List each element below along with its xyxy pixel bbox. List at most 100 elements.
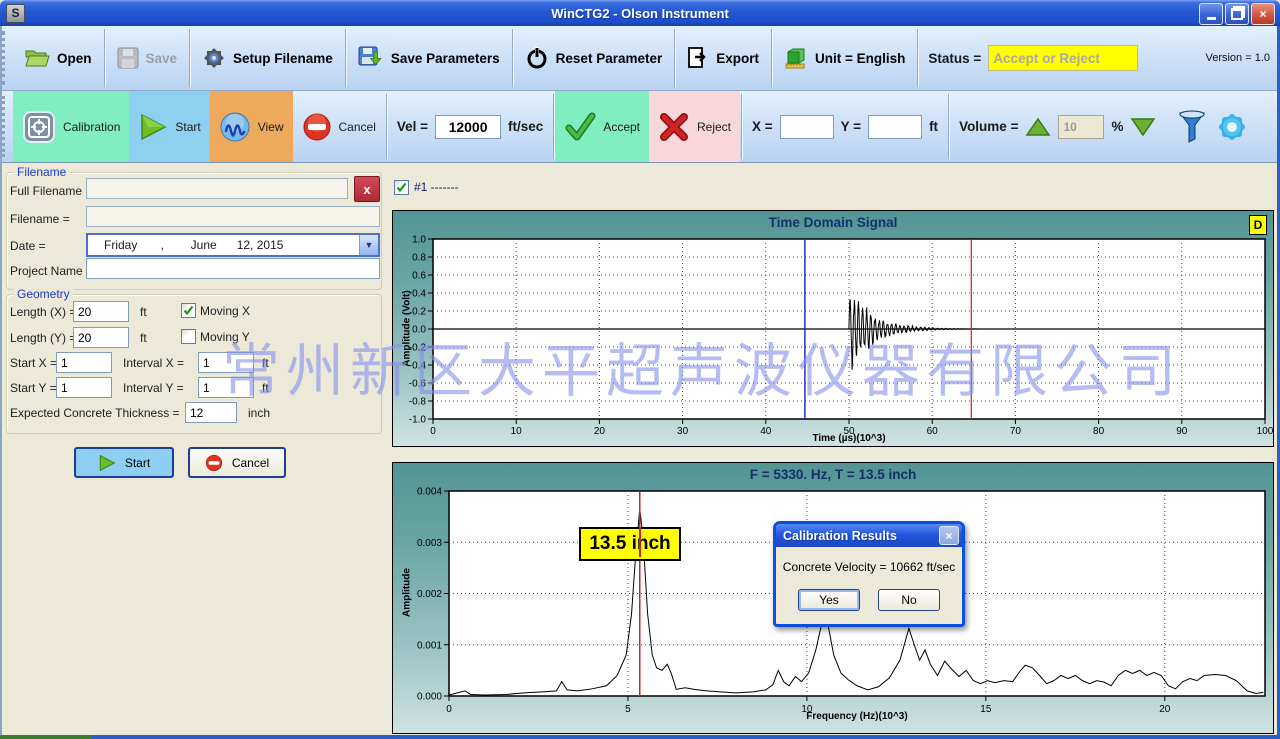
toolbar-grip[interactable] — [2, 31, 10, 85]
dropdown-arrow-icon[interactable]: ▼ — [359, 235, 378, 255]
save-parameters-button[interactable]: Save Parameters — [347, 26, 511, 90]
check-icon — [183, 305, 194, 316]
interval-y-input[interactable] — [198, 377, 254, 398]
signal-1-checkbox[interactable] — [394, 180, 409, 195]
start-button[interactable]: Start — [129, 91, 209, 162]
interval-y-unit: ft — [262, 381, 269, 395]
svg-text:0.6: 0.6 — [412, 271, 426, 282]
length-y-label: Length (Y) = — [10, 331, 76, 345]
calibration-results-dialog: Calibration Results × Concrete Velocity … — [773, 521, 965, 627]
status-field[interactable] — [988, 45, 1138, 71]
volume-down-icon[interactable] — [1130, 116, 1156, 138]
panel-start-button[interactable]: Start — [74, 447, 174, 478]
waveform-icon — [219, 111, 251, 143]
date-value: Friday , June 12, 2015 — [88, 238, 359, 252]
time-domain-plot[interactable]: 1.00.80.60.40.20.0-0.2-0.4-0.6-0.8-1.001… — [393, 211, 1275, 448]
svg-text:0.8: 0.8 — [412, 253, 426, 264]
svg-text:-1.0: -1.0 — [409, 415, 427, 426]
length-x-label: Length (X) = — [10, 305, 76, 319]
interval-x-input[interactable] — [198, 352, 254, 373]
thickness-input[interactable] — [185, 402, 237, 423]
volume-up-icon[interactable] — [1025, 116, 1051, 138]
moving-y-checkbox[interactable] — [181, 329, 196, 344]
time-domain-chart: Time Domain Signal D 1.00.80.60.40.20.0-… — [392, 210, 1274, 447]
full-filename-label: Full Filename = — [10, 184, 92, 198]
save-button[interactable]: Save — [106, 26, 189, 90]
save-label: Save — [146, 51, 178, 66]
dialog-title: Calibration Results — [783, 529, 939, 543]
dialog-titlebar[interactable]: Calibration Results × — [776, 524, 962, 547]
status-label: Status = — [928, 51, 981, 66]
start-y-input[interactable] — [56, 377, 112, 398]
start-x-label: Start X = — [10, 356, 57, 370]
action-toolbar: Calibration Start View Cancel Vel = ft/s… — [0, 91, 1280, 163]
clear-filename-button[interactable]: x — [354, 176, 380, 202]
velocity-input[interactable] — [435, 115, 501, 139]
reject-label: Reject — [697, 120, 731, 134]
settings-gear-icon[interactable] — [1215, 110, 1249, 144]
reject-button[interactable]: Reject — [649, 91, 740, 162]
geometry-group-title: Geometry — [14, 287, 73, 301]
setup-filename-button[interactable]: Setup Filename — [191, 26, 344, 90]
svg-text:0.000: 0.000 — [417, 692, 442, 703]
no-entry-icon — [302, 112, 332, 142]
volume-input[interactable] — [1058, 115, 1104, 139]
x-label: X = — [752, 119, 773, 134]
separator — [917, 29, 918, 88]
minimize-button[interactable] — [1199, 3, 1223, 25]
separator — [948, 94, 949, 159]
progress-segment — [0, 735, 92, 739]
unit-label: Unit = English — [815, 51, 905, 66]
date-dropdown[interactable]: Friday , June 12, 2015 ▼ — [86, 233, 380, 257]
window-title: WinCTG2 - Olson Instrument — [0, 6, 1280, 21]
length-x-input[interactable] — [73, 301, 129, 322]
export-button[interactable]: Export — [676, 26, 770, 90]
vel-unit: ft/sec — [508, 119, 543, 134]
winctg2-window: S WinCTG2 - Olson Instrument × Open Save… — [0, 0, 1280, 739]
svg-text:0.003: 0.003 — [417, 538, 442, 549]
panel-cancel-label: Cancel — [232, 456, 269, 470]
freq-yaxis-label: Amplitude — [402, 543, 413, 643]
unit-button[interactable]: Unit = English — [773, 26, 916, 90]
open-folder-icon — [24, 47, 50, 69]
separator — [512, 29, 513, 88]
x-input[interactable] — [780, 115, 834, 139]
separator — [741, 94, 742, 159]
reset-parameter-button[interactable]: Reset Parameter — [514, 26, 674, 90]
yes-button[interactable]: Yes — [798, 589, 860, 611]
no-button[interactable]: No — [878, 589, 940, 611]
svg-text:0.2: 0.2 — [412, 307, 426, 318]
y-input[interactable] — [868, 115, 922, 139]
accept-button[interactable]: Accept — [555, 91, 649, 162]
length-y-input[interactable] — [73, 327, 129, 348]
calibration-button[interactable]: Calibration — [13, 91, 129, 162]
dialog-close-button[interactable]: × — [939, 526, 959, 545]
moving-x-checkbox[interactable] — [181, 303, 196, 318]
open-button[interactable]: Open — [13, 26, 103, 90]
frequency-chart: F = 5330. Hz, T = 13.5 inch 0.0000.0010.… — [392, 462, 1274, 734]
start-y-label: Start Y = — [10, 381, 57, 395]
separator — [386, 94, 387, 159]
titlebar[interactable]: S WinCTG2 - Olson Instrument × — [0, 0, 1280, 26]
restore-button[interactable] — [1225, 3, 1249, 25]
project-name-input[interactable] — [86, 258, 380, 279]
start-label: Start — [175, 120, 200, 134]
cursor-line-overlay — [639, 527, 641, 557]
cancel-button[interactable]: Cancel — [293, 91, 385, 162]
unit-icon — [784, 46, 808, 70]
close-button[interactable]: × — [1251, 3, 1275, 25]
separator — [674, 29, 675, 88]
toolbar-grip[interactable] — [2, 96, 10, 156]
separator — [345, 29, 346, 88]
reset-parameter-label: Reset Parameter — [556, 51, 663, 66]
view-button[interactable]: View — [210, 91, 293, 162]
start-x-input[interactable] — [56, 352, 112, 373]
full-filename-input[interactable] — [86, 178, 348, 199]
svg-text:-0.8: -0.8 — [409, 397, 427, 408]
thickness-label: Expected Concrete Thickness = — [10, 406, 180, 420]
panel-cancel-button[interactable]: Cancel — [188, 447, 286, 478]
filename-input[interactable] — [86, 206, 380, 227]
filter-icon[interactable] — [1177, 110, 1207, 144]
save-parameters-label: Save Parameters — [391, 51, 500, 66]
save-disk-icon — [117, 47, 139, 69]
